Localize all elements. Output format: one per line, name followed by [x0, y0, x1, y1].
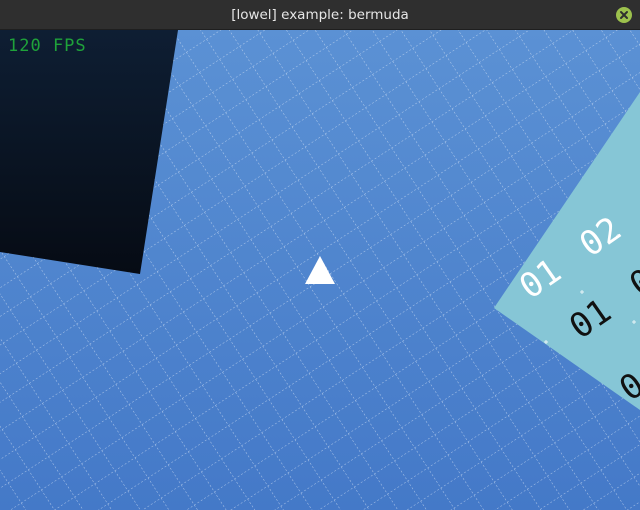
window-title: [lowel] example: bermuda	[231, 6, 409, 23]
game-viewport[interactable]: 01 02 03 0 01 02 0	[0, 30, 640, 510]
fps-counter: 120 FPS	[8, 36, 87, 56]
close-button[interactable]	[616, 7, 632, 23]
title-bar: [lowel] example: bermuda	[0, 0, 640, 30]
close-icon	[620, 11, 628, 19]
game-scene: 01 02 03 0 01 02 0	[0, 30, 640, 510]
